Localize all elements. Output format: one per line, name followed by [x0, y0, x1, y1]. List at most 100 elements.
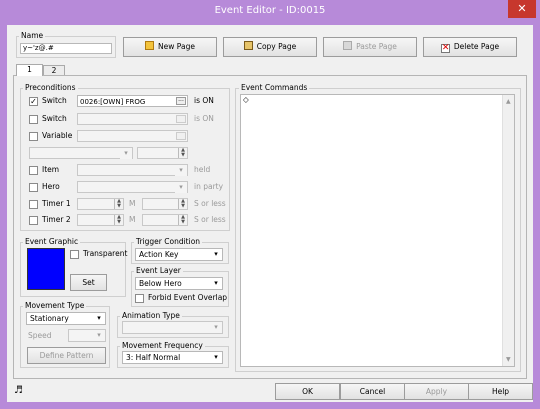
chevron-down-icon: ▾	[175, 165, 187, 176]
movement-frequency-dropdown[interactable]: 3: Half Normal ▾	[122, 351, 223, 364]
speed-label: Speed	[28, 331, 52, 340]
chevron-down-icon: ▾	[120, 148, 132, 159]
switch1-value: 0026:[OWN] FROG	[80, 98, 146, 106]
tab-page-1-label: 1	[27, 65, 32, 74]
name-label: Name	[19, 31, 46, 40]
timer1-suffix: S or less	[194, 199, 226, 208]
define-pattern-button[interactable]: Define Pattern	[27, 347, 106, 364]
timer1-seconds-stepper[interactable]: ▲ ▼	[142, 198, 188, 210]
command-line-text: ◇	[243, 95, 249, 104]
hero-checkbox[interactable]	[29, 183, 38, 192]
window-title: Event Editor - ID:0015	[214, 5, 326, 16]
cancel-button[interactable]: Cancel	[340, 383, 405, 400]
timer2-seconds-stepper[interactable]: ▲ ▼	[142, 214, 188, 226]
variable-value-stepper[interactable]: ▲ ▼	[137, 147, 188, 159]
tab-page-2-label: 2	[51, 66, 57, 75]
transparent-checkbox[interactable]	[70, 250, 79, 259]
event-graphic-label: Event Graphic	[23, 237, 81, 246]
timer2-checkbox[interactable]	[29, 216, 38, 225]
apply-button[interactable]: Apply	[404, 383, 469, 400]
tab-page-2[interactable]: 2	[43, 65, 65, 75]
timer1-label: Timer 1	[42, 199, 71, 208]
stepper-arrows-icon[interactable]: ▲ ▼	[114, 215, 123, 225]
chevron-down-icon: ▾	[93, 313, 105, 324]
switch1-select[interactable]: 0026:[OWN] FROG ...	[77, 95, 188, 107]
chevron-down-icon: ▾	[93, 330, 105, 341]
movement-type-dropdown[interactable]: Stationary ▾	[26, 312, 106, 325]
switch1-checkbox[interactable]: ✓	[29, 97, 38, 106]
trigger-condition-value: Action Key	[139, 250, 179, 259]
trigger-condition-dropdown[interactable]: Action Key ▾	[135, 248, 223, 261]
timer2-suffix: S or less	[194, 215, 226, 224]
chevron-down-icon: ▾	[175, 182, 187, 193]
name-input[interactable]: y~'z@.#	[20, 43, 112, 54]
movement-type-value: Stationary	[30, 314, 69, 323]
switch2-select[interactable]	[77, 113, 188, 125]
scroll-up-icon[interactable]: ▲	[506, 98, 511, 105]
variable-compare-dropdown[interactable]: ▾	[29, 147, 133, 159]
scroll-down-icon[interactable]: ▼	[506, 356, 511, 363]
movement-type-label: Movement Type	[23, 301, 87, 310]
vertical-scrollbar[interactable]: ▲ ▼	[502, 95, 514, 366]
delete-page-button[interactable]: ✕ Delete Page	[423, 37, 517, 57]
switch1-suffix: is ON	[194, 96, 214, 105]
ok-button[interactable]: OK	[275, 383, 340, 400]
close-button[interactable]: ✕	[508, 0, 536, 18]
chevron-down-icon: ▾	[210, 249, 222, 260]
event-commands-label: Event Commands	[239, 83, 310, 92]
event-graphic-preview[interactable]	[27, 248, 65, 290]
copy-page-label: Copy Page	[256, 42, 297, 51]
stepper-arrows-icon[interactable]: ▲ ▼	[114, 199, 123, 209]
forbid-overlap-label: Forbid Event Overlap	[148, 293, 228, 302]
transparent-label: Transparent	[83, 249, 128, 258]
stepper-arrows-icon[interactable]: ▲ ▼	[178, 199, 187, 209]
timer1-minutes-stepper[interactable]: ▲ ▼	[77, 198, 124, 210]
timer1-checkbox[interactable]	[29, 200, 38, 209]
preconditions-label: Preconditions	[23, 83, 78, 92]
paste-page-icon	[343, 41, 353, 50]
timer2-minutes-stepper[interactable]: ▲ ▼	[77, 214, 124, 226]
variable-checkbox[interactable]	[29, 132, 38, 141]
chevron-down-icon: ▾	[210, 278, 222, 289]
forbid-overlap-checkbox[interactable]	[135, 294, 144, 303]
movement-frequency-label: Movement Frequency	[120, 341, 205, 350]
help-button[interactable]: Help	[468, 383, 533, 400]
paste-page-label: Paste Page	[356, 42, 397, 51]
item-checkbox[interactable]	[29, 166, 38, 175]
tab-page-1[interactable]: 1	[16, 64, 43, 76]
item-dropdown[interactable]: ▾	[77, 164, 188, 176]
animation-type-dropdown[interactable]: ▾	[122, 321, 223, 334]
set-graphic-button[interactable]: Set	[70, 274, 107, 291]
movement-frequency-value: 3: Half Normal	[126, 353, 181, 362]
switch2-suffix: is ON	[194, 114, 214, 123]
new-page-label: New Page	[158, 42, 195, 51]
variable-select[interactable]	[77, 130, 188, 142]
event-layer-dropdown[interactable]: Below Hero ▾	[135, 277, 223, 290]
variable-label: Variable	[42, 131, 73, 140]
timer2-label: Timer 2	[42, 215, 71, 224]
paste-page-button[interactable]: Paste Page	[323, 37, 417, 57]
variable-browse-button[interactable]	[176, 132, 186, 140]
switch1-browse-button[interactable]: ...	[176, 97, 186, 105]
switch1-label: Switch	[42, 96, 67, 105]
switch2-label: Switch	[42, 114, 67, 123]
copy-page-button[interactable]: Copy Page	[223, 37, 317, 57]
chevron-down-icon: ▾	[210, 352, 222, 363]
stepper-arrows-icon[interactable]: ▲ ▼	[178, 148, 187, 158]
new-page-button[interactable]: New Page	[123, 37, 217, 57]
event-commands-list[interactable]: ◇ ▲ ▼	[240, 94, 515, 367]
event-layer-value: Below Hero	[139, 279, 182, 288]
music-note-icon[interactable]: ♬	[14, 386, 23, 396]
chevron-down-icon: ▾	[210, 322, 222, 333]
copy-page-icon	[243, 41, 253, 50]
stepper-arrows-icon[interactable]: ▲ ▼	[178, 215, 187, 225]
timer1-m-label: M	[129, 199, 136, 208]
list-item[interactable]: ◇	[241, 95, 501, 106]
hero-dropdown[interactable]: ▾	[77, 181, 188, 193]
switch2-checkbox[interactable]	[29, 115, 38, 124]
delete-page-label: Delete Page	[453, 42, 500, 51]
hero-suffix: in party	[194, 182, 224, 191]
speed-dropdown[interactable]: ▾	[68, 329, 106, 342]
switch2-browse-button[interactable]	[176, 115, 186, 123]
trigger-condition-label: Trigger Condition	[134, 237, 203, 246]
